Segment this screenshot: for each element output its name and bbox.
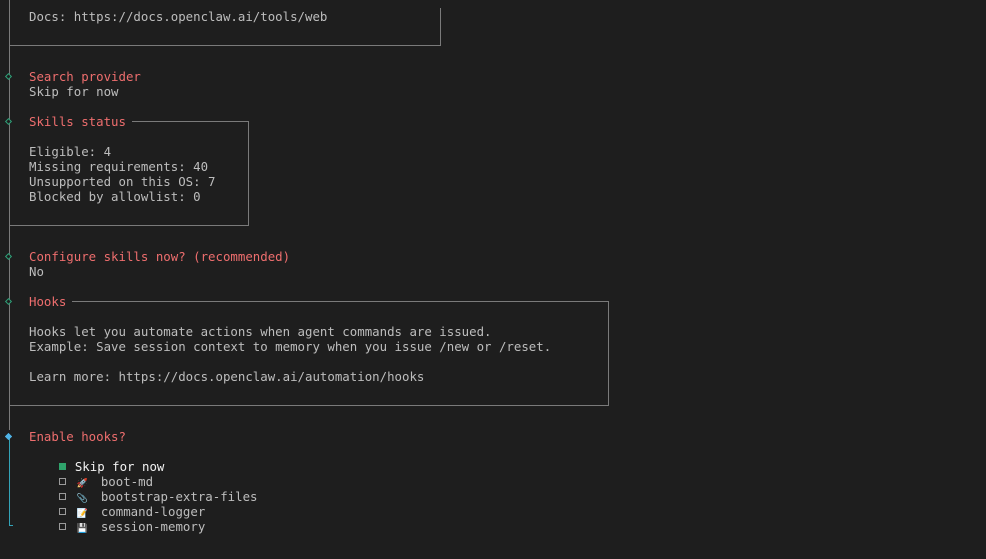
web-docs-line: Docs: https://docs.openclaw.ai/tools/web [29, 9, 328, 24]
terminal-window: Docs: https://docs.openclaw.ai/tools/web… [0, 0, 986, 559]
option-session-memory[interactable]: 💾 session-memory [29, 504, 205, 534]
hooks-title: Hooks [29, 294, 73, 309]
hooks-description-2: Example: Save session context to memory … [29, 339, 552, 354]
step-done-icon [4, 72, 13, 81]
checkbox-icon [58, 523, 66, 530]
hooks-box-top-border [29, 301, 609, 302]
skills-unsupported: Unsupported on this OS: 7 [29, 174, 216, 189]
step-done-icon [4, 252, 13, 261]
wizard-rail-active [9, 437, 10, 526]
configure-skills-title: Configure skills now? (recommended) [29, 249, 291, 264]
option-boot-md[interactable]: 🚀 boot-md [29, 459, 153, 489]
floppy-disk-icon: 💾 [76, 524, 89, 534]
skills-eligible: Eligible: 4 [29, 144, 112, 159]
configure-skills-value: No [29, 264, 44, 279]
option-label: session-memory [100, 519, 206, 534]
rail-end-tick [9, 525, 13, 526]
hooks-title-text: Hooks [29, 294, 73, 309]
skills-box-right-border [248, 121, 249, 226]
wizard-rail [9, 0, 10, 430]
step-done-icon [4, 297, 13, 306]
hooks-box-bottom-border [9, 405, 609, 406]
web-box-bottom-border [9, 45, 441, 46]
option-command-logger[interactable]: 📝 command-logger [29, 489, 205, 519]
step-active-icon [4, 432, 13, 441]
enable-hooks-title: Enable hooks? [29, 429, 126, 444]
step-done-icon [4, 117, 13, 126]
skills-status-title-text: Skills status [29, 114, 132, 129]
hooks-learn-more: Learn more: https://docs.openclaw.ai/aut… [29, 369, 425, 384]
skills-box-bottom-border [9, 225, 249, 226]
hooks-description-1: Hooks let you automate actions when agen… [29, 324, 492, 339]
search-provider-value: Skip for now [29, 84, 119, 99]
search-provider-title: Search provider [29, 69, 141, 84]
skills-missing: Missing requirements: 40 [29, 159, 209, 174]
hooks-box-right-border [608, 301, 609, 406]
web-box-right-border [440, 8, 441, 46]
option-bootstrap-extra-files[interactable]: 📎 bootstrap-extra-files [29, 474, 258, 504]
skills-status-title: Skills status [29, 114, 132, 129]
option-skip-for-now[interactable]: Skip for now [29, 444, 164, 474]
skills-blocked: Blocked by allowlist: 0 [29, 189, 201, 204]
